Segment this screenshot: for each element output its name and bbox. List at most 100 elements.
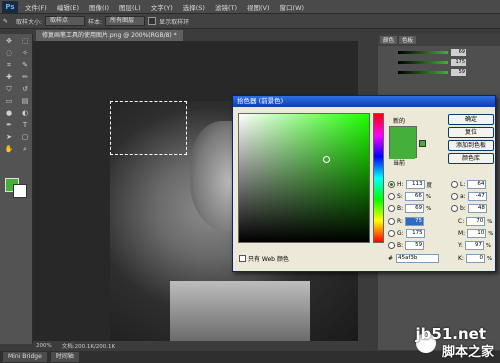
brightness-input[interactable]: 69 (405, 204, 425, 213)
brightness-radio[interactable] (388, 205, 395, 212)
path-select-icon[interactable]: ➤ (3, 132, 15, 142)
menu-window[interactable]: 窗口(W) (275, 2, 310, 12)
web-colors-only-checkbox[interactable] (239, 255, 246, 262)
marquee-tool-icon[interactable]: ⬚ (19, 36, 31, 46)
h-radio[interactable] (388, 181, 395, 188)
a-radio[interactable] (451, 193, 458, 200)
g-radio[interactable] (388, 230, 395, 237)
brightness-unit: % (426, 205, 432, 212)
healing-brush-icon[interactable]: ✚ (3, 72, 15, 82)
g-value[interactable]: 175 (451, 59, 466, 66)
a-input[interactable]: -47 (467, 192, 487, 201)
web-colors-only-row: 只有 Web 颜色 (239, 254, 289, 263)
s-unit: % (425, 193, 432, 200)
zoom-tool-icon[interactable]: ⌕ (19, 144, 31, 154)
lab-b-input[interactable]: 48 (467, 204, 487, 213)
type-tool-icon[interactable]: T (19, 120, 31, 130)
lab-b-radio[interactable] (451, 205, 458, 212)
blue-input[interactable]: 59 (405, 241, 425, 250)
y-unit: % (485, 242, 492, 249)
shape-tool-icon[interactable]: ▢ (19, 132, 31, 142)
a-label: a: (460, 193, 466, 200)
h-row: H: 113 度 (388, 180, 432, 189)
sample-select[interactable]: 所有图层 (105, 16, 146, 26)
show-ring-checkbox[interactable] (148, 17, 157, 25)
hue-slider[interactable] (373, 113, 384, 243)
k-unit: % (486, 255, 493, 262)
lab-b-row: b: 48 (451, 204, 487, 213)
r-slider[interactable] (398, 51, 448, 54)
hand-tool-icon[interactable]: ✋ (3, 144, 15, 154)
s-input[interactable]: 66 (404, 192, 424, 201)
tab-swatches[interactable]: 色板 (399, 36, 417, 44)
g-slider[interactable] (398, 61, 448, 64)
gradient-tool-icon[interactable]: ▤ (19, 96, 31, 106)
sample-label: 样本: (88, 18, 103, 26)
color-libraries-button[interactable]: 颜色库 (448, 153, 494, 164)
sample-size-label: 取样大小: (16, 18, 43, 26)
k-input[interactable]: 0 (465, 254, 485, 263)
menu-image[interactable]: 图像(I) (84, 2, 114, 12)
document-tab[interactable]: 修复画笔工具的使用图片.png @ 200%(RGB/8) * (36, 30, 183, 41)
b-slider[interactable] (398, 71, 448, 74)
eyedropper-tool-icon[interactable]: ✎ (19, 60, 31, 70)
hex-input[interactable]: 45af3b (396, 254, 440, 263)
reset-button[interactable]: 复位 (448, 127, 494, 138)
document-tabs: 修复画笔工具的使用图片.png @ 200%(RGB/8) * (33, 30, 358, 41)
r-radio[interactable] (388, 218, 395, 225)
s-label: S: (397, 193, 403, 200)
hex-label: # (388, 255, 394, 262)
y-input[interactable]: 97 (464, 241, 484, 250)
menu-file[interactable]: 文件(F) (20, 2, 52, 12)
r-input[interactable]: 75 (405, 217, 425, 226)
dodge-tool-icon[interactable]: ◐ (19, 108, 31, 118)
quick-select-icon[interactable]: ✧ (19, 48, 31, 58)
h-input[interactable]: 113 (405, 180, 425, 189)
brush-tool-icon[interactable]: ✏ (19, 72, 31, 82)
menu-type[interactable]: 文字(Y) (146, 2, 178, 12)
tab-color[interactable]: 颜色 (380, 36, 398, 44)
k-row: K: 0% (458, 254, 492, 263)
web-safe-cube-icon[interactable] (419, 140, 426, 147)
menu-layer[interactable]: 图层(L) (114, 2, 146, 12)
history-brush-icon[interactable]: ↺ (19, 84, 31, 94)
menu-edit[interactable]: 编辑(E) (52, 2, 84, 12)
eyedropper-icon[interactable]: ✎ (3, 18, 13, 25)
menu-view[interactable]: 视图(V) (242, 2, 275, 12)
add-to-swatches-button[interactable]: 添加到色板 (448, 140, 494, 151)
lasso-tool-icon[interactable]: ◌ (3, 48, 15, 58)
menu-filter[interactable]: 滤镜(T) (210, 2, 242, 12)
crop-tool-icon[interactable]: ⌗ (3, 60, 15, 70)
blue-radio[interactable] (388, 242, 395, 249)
l-input[interactable]: 64 (467, 180, 487, 189)
background-color-swatch[interactable] (13, 184, 27, 198)
r-value[interactable]: 69 (451, 49, 466, 56)
blur-tool-icon[interactable]: ● (3, 108, 15, 118)
timeline-tab[interactable]: 时间轴 (50, 352, 79, 362)
color-selector-ring[interactable] (323, 156, 330, 163)
stamp-tool-icon[interactable]: ⛉ (3, 84, 15, 94)
sample-size-select[interactable]: 取样点 (45, 16, 86, 26)
show-ring-label: 显示取样环 (159, 18, 190, 26)
status-bar: 200% 文档:200.1K/200.1K (33, 341, 361, 351)
eraser-tool-icon[interactable]: ▭ (3, 96, 15, 106)
b-value[interactable]: 59 (451, 69, 466, 76)
new-color-swatch (389, 126, 417, 158)
menu-select[interactable]: 选择(S) (178, 2, 210, 12)
c-input[interactable]: 70 (466, 217, 486, 226)
s-radio[interactable] (388, 193, 395, 200)
zoom-level[interactable]: 200% (36, 343, 52, 349)
color-field[interactable] (238, 113, 370, 243)
options-bar: ✎ 取样大小: 取样点 样本: 所有图层 显示取样环 (0, 14, 500, 29)
mini-bridge-tab[interactable]: Mini Bridge (3, 352, 47, 362)
m-input[interactable]: 10 (467, 229, 487, 238)
current-color-label: 当前 (393, 160, 406, 167)
g-input[interactable]: 175 (405, 229, 425, 238)
k-label: K: (458, 255, 464, 262)
pen-tool-icon[interactable]: ✒ (3, 120, 15, 130)
c-label: C: (458, 218, 465, 225)
move-tool-icon[interactable]: ✥ (3, 36, 15, 46)
ok-button[interactable]: 确定 (448, 114, 494, 125)
l-radio[interactable] (451, 181, 458, 188)
blue-row: B: 59 (388, 241, 425, 250)
